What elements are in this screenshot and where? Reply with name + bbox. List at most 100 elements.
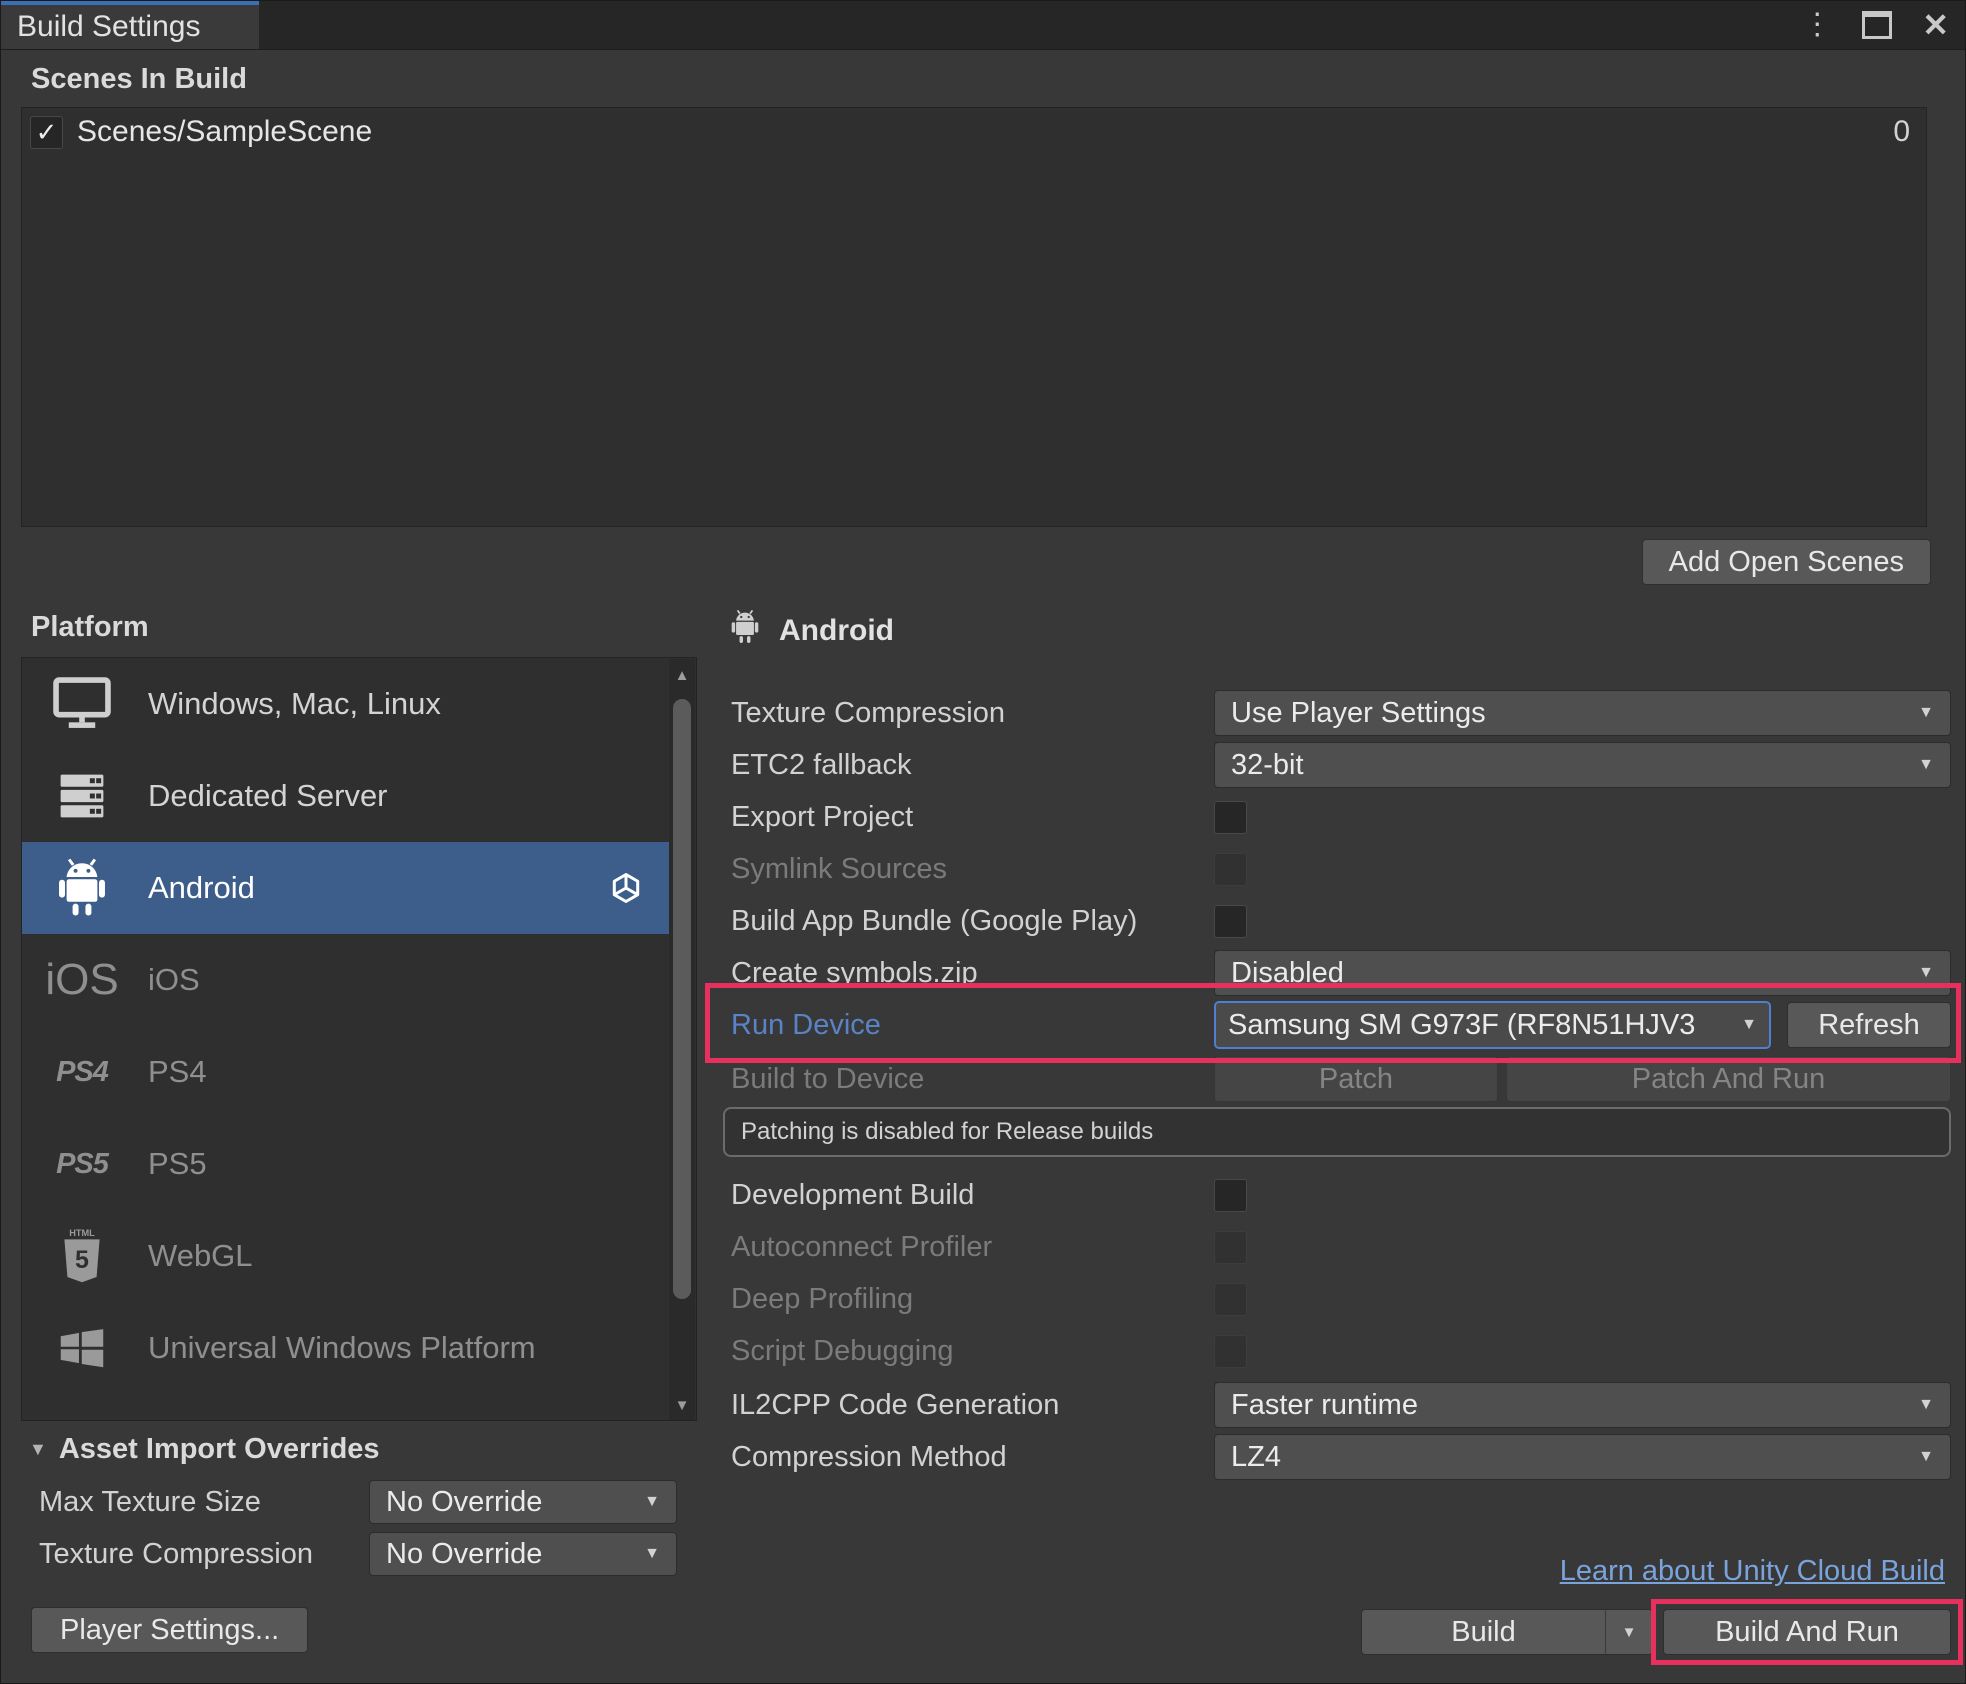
row-autoconnect-profiler: Autoconnect Profiler [731, 1223, 1951, 1271]
deep-profiling-checkbox [1214, 1283, 1247, 1316]
platform-item-windows-mac-linux[interactable]: Windows, Mac, Linux [22, 658, 670, 750]
refresh-button[interactable]: Refresh [1787, 1002, 1951, 1048]
platform-scrollbar[interactable]: ▲ ▼ [669, 659, 695, 1421]
build-dropdown-arrow-icon[interactable]: ▼ [1605, 1610, 1652, 1654]
build-app-bundle-label: Build App Bundle (Google Play) [731, 905, 1214, 938]
platform-item-uwp[interactable]: Universal Windows Platform [22, 1302, 670, 1394]
platform-item-label: iOS [148, 962, 200, 998]
build-to-device-label: Build to Device [731, 1063, 1214, 1096]
asset-import-overrides-header[interactable]: ▼ Asset Import Overrides [29, 1433, 380, 1466]
build-button[interactable]: Build ▼ [1361, 1609, 1653, 1655]
scene-build-index: 0 [1893, 115, 1910, 149]
texture-compression-dropdown[interactable]: Use Player Settings ▼ [1214, 690, 1951, 736]
build-app-bundle-checkbox[interactable] [1214, 905, 1247, 938]
html5-shield-icon: HTML 5 [36, 1227, 128, 1285]
chevron-down-icon: ▼ [634, 1493, 660, 1511]
aio-texture-compression-dropdown[interactable]: No Override ▼ [369, 1532, 677, 1576]
row-run-device: Run Device Samsung SM G973F (RF8N51HJV3 … [731, 1001, 1951, 1049]
scroll-down-icon[interactable]: ▼ [669, 1389, 695, 1421]
il2cpp-code-generation-dropdown[interactable]: Faster runtime ▼ [1214, 1382, 1951, 1428]
ps5-icon: PS5 [36, 1148, 128, 1181]
dropdown-value: Faster runtime [1231, 1389, 1418, 1422]
compression-method-label: Compression Method [731, 1441, 1214, 1474]
dropdown-value: No Override [386, 1538, 542, 1571]
build-settings-window: Build Settings ⋮ ✕ Scenes In Build ✓ Sce… [0, 0, 1966, 1684]
foldout-triangle-icon: ▼ [29, 1439, 47, 1460]
dropdown-value: Samsung SM G973F (RF8N51HJV3 [1228, 1009, 1695, 1042]
row-max-texture-size: Max Texture Size No Override ▼ [39, 1479, 677, 1525]
check-icon: ✓ [36, 117, 58, 148]
dropdown-value: 32-bit [1231, 749, 1304, 782]
window-title: Build Settings [17, 10, 200, 44]
chevron-down-icon: ▼ [1908, 1448, 1934, 1466]
ios-icon: iOS [36, 955, 128, 1005]
create-symbols-zip-dropdown[interactable]: Disabled ▼ [1214, 950, 1951, 996]
android-robot-icon [36, 857, 128, 919]
build-and-run-button[interactable]: Build And Run [1663, 1609, 1951, 1655]
add-open-scenes-button[interactable]: Add Open Scenes [1642, 539, 1931, 585]
kebab-menu-icon[interactable]: ⋮ [1802, 10, 1832, 40]
etc2-fallback-label: ETC2 fallback [731, 749, 1214, 782]
chevron-down-icon: ▼ [634, 1545, 660, 1563]
scrollbar-thumb[interactable] [673, 699, 691, 1299]
chevron-down-icon: ▼ [1908, 704, 1934, 722]
script-debugging-label: Script Debugging [731, 1335, 1214, 1368]
chevron-down-icon: ▼ [1908, 1396, 1934, 1414]
development-build-checkbox[interactable] [1214, 1179, 1247, 1212]
texture-compression-label: Texture Compression [731, 697, 1214, 730]
max-texture-size-dropdown[interactable]: No Override ▼ [369, 1480, 677, 1524]
unity-cloud-build-link[interactable]: Learn about Unity Cloud Build [1560, 1555, 1945, 1588]
platform-item-ios[interactable]: iOS iOS [22, 934, 670, 1026]
row-symlink-sources: Symlink Sources [731, 845, 1951, 893]
row-etc2-fallback: ETC2 fallback 32-bit ▼ [731, 741, 1951, 789]
run-device-label: Run Device [731, 1009, 1214, 1042]
close-icon[interactable]: ✕ [1922, 9, 1949, 41]
server-icon [36, 769, 128, 823]
android-header-icon [729, 609, 761, 653]
il2cpp-code-generation-label: IL2CPP Code Generation [731, 1389, 1214, 1422]
row-compression-method: Compression Method LZ4 ▼ [731, 1433, 1951, 1481]
svg-text:HTML: HTML [69, 1228, 95, 1238]
titlebar: Build Settings ⋮ ✕ [1, 1, 1965, 50]
chevron-down-icon: ▼ [1908, 756, 1934, 774]
platform-item-ps5[interactable]: PS5 PS5 [22, 1118, 670, 1210]
platform-list: Windows, Mac, Linux Dedicated Server [21, 657, 697, 1421]
autoconnect-profiler-label: Autoconnect Profiler [731, 1231, 1214, 1264]
player-settings-button[interactable]: Player Settings... [31, 1607, 308, 1653]
maximize-icon[interactable] [1862, 11, 1892, 39]
windows-logo-icon [36, 1322, 128, 1374]
row-build-app-bundle: Build App Bundle (Google Play) [731, 897, 1951, 945]
autoconnect-profiler-checkbox [1214, 1231, 1247, 1264]
platform-item-ps4[interactable]: PS4 PS4 [22, 1026, 670, 1118]
android-section-header: Android [729, 607, 894, 655]
max-texture-size-label: Max Texture Size [39, 1486, 369, 1519]
aio-texture-compression-label: Texture Compression [39, 1538, 369, 1571]
ps4-icon: PS4 [36, 1056, 128, 1089]
window-controls: ⋮ ✕ [1802, 1, 1949, 49]
scene-row-samplescene[interactable]: ✓ Scenes/SampleScene 0 [22, 108, 1926, 156]
row-deep-profiling: Deep Profiling [731, 1275, 1951, 1323]
platform-item-label: Dedicated Server [148, 778, 388, 814]
dropdown-value: LZ4 [1231, 1441, 1281, 1474]
patch-disabled-notice: Patching is disabled for Release builds [723, 1107, 1951, 1157]
symlink-sources-label: Symlink Sources [731, 853, 1214, 886]
platform-item-dedicated-server[interactable]: Dedicated Server [22, 750, 670, 842]
platform-item-label: PS5 [148, 1146, 207, 1182]
deep-profiling-label: Deep Profiling [731, 1283, 1214, 1316]
tab-build-settings[interactable]: Build Settings [1, 1, 259, 49]
compression-method-dropdown[interactable]: LZ4 ▼ [1214, 1434, 1951, 1480]
export-project-checkbox[interactable] [1214, 801, 1247, 834]
run-device-dropdown[interactable]: Samsung SM G973F (RF8N51HJV3 ▼ [1214, 1001, 1771, 1049]
dropdown-value: No Override [386, 1486, 542, 1519]
scroll-up-icon[interactable]: ▲ [669, 659, 695, 691]
platform-item-android[interactable]: Android [22, 842, 670, 934]
development-build-label: Development Build [731, 1179, 1214, 1212]
monitor-icon [36, 676, 128, 732]
patch-button: Patch [1214, 1056, 1498, 1102]
create-symbols-zip-label: Create symbols.zip [731, 957, 1214, 990]
android-header-label: Android [779, 614, 894, 648]
platform-item-label: Windows, Mac, Linux [148, 686, 441, 722]
etc2-fallback-dropdown[interactable]: 32-bit ▼ [1214, 742, 1951, 788]
platform-item-webgl[interactable]: HTML 5 WebGL [22, 1210, 670, 1302]
scene-checkbox[interactable]: ✓ [30, 116, 63, 149]
